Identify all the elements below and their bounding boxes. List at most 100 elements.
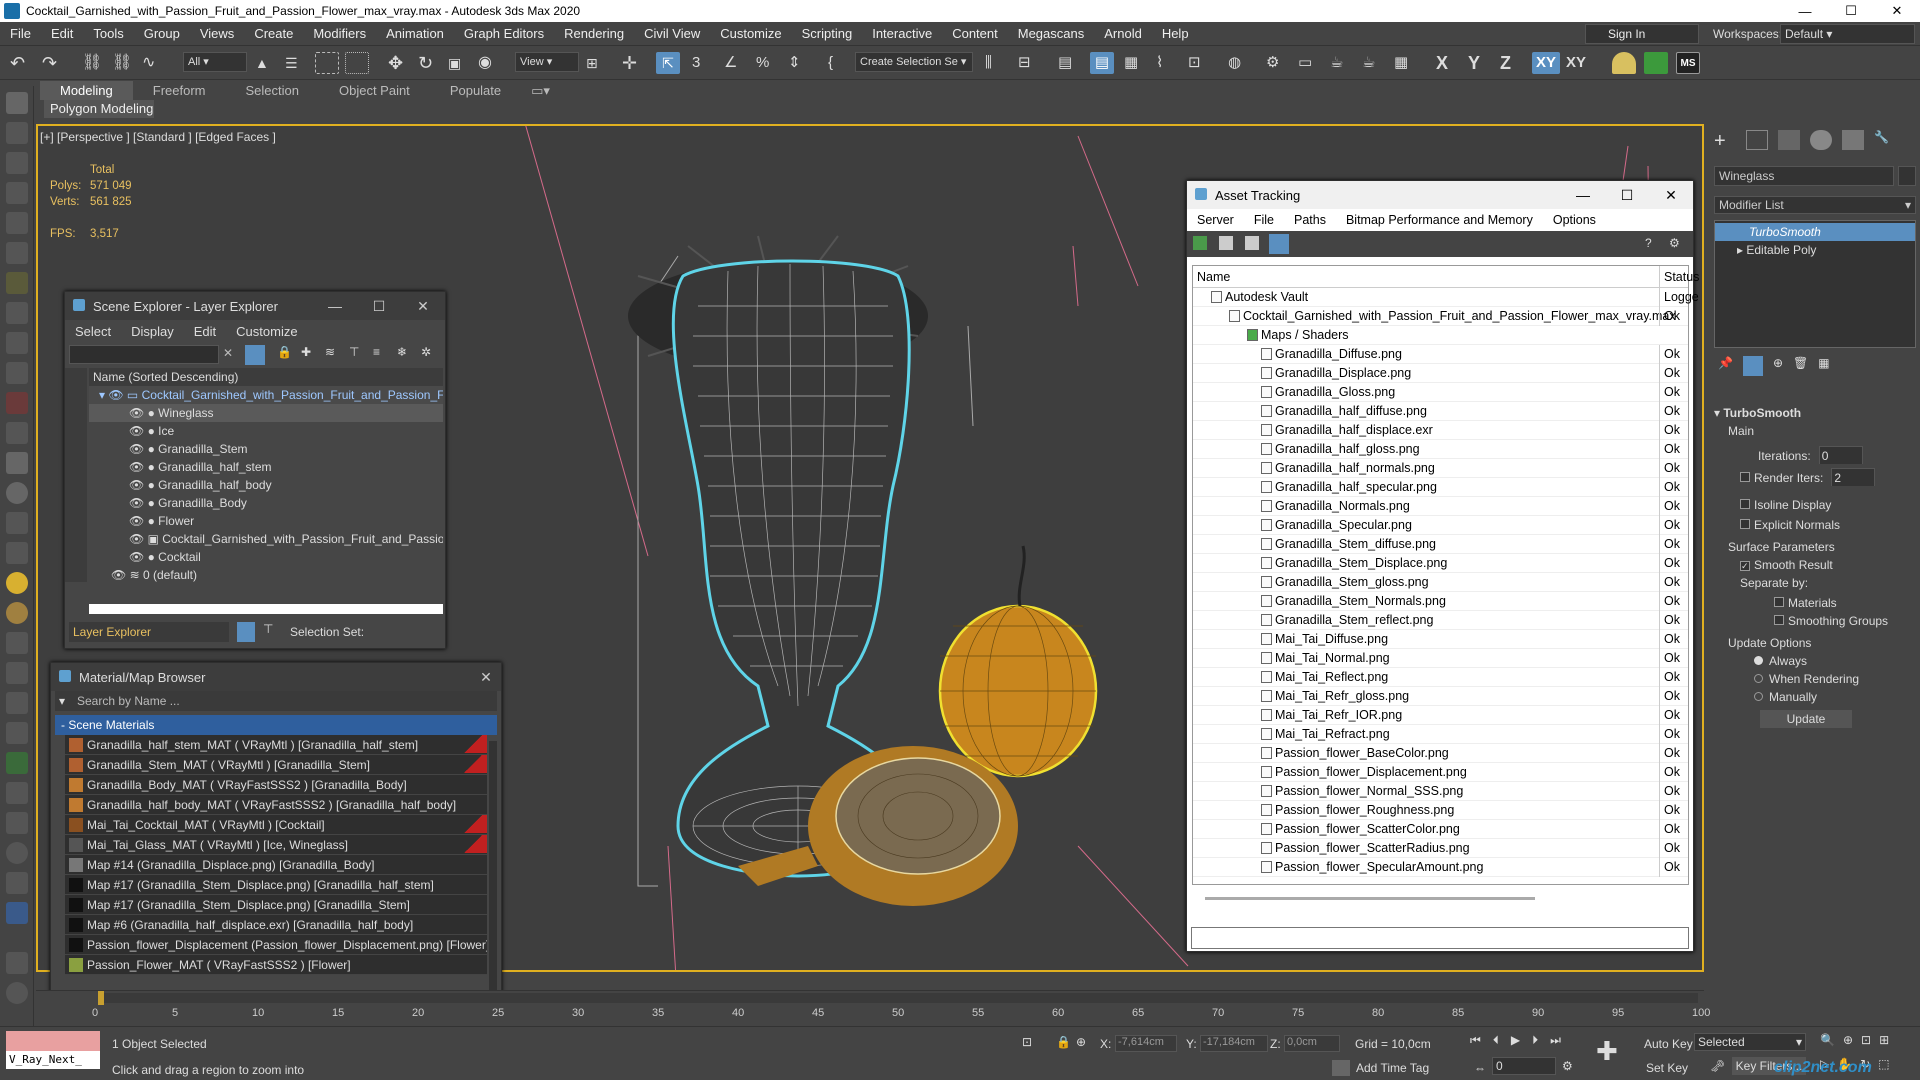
search-collapse-icon[interactable]: ▾ [59, 691, 65, 711]
asset-row[interactable]: Granadilla_Stem_reflect.png Ok [1193, 611, 1688, 630]
menu-views[interactable]: Views [190, 26, 244, 41]
modify-tab-icon[interactable] [1746, 130, 1768, 150]
table-view-icon[interactable] [1245, 236, 1259, 250]
named-selection-dropdown[interactable]: Create Selection Se ▾ [855, 52, 973, 72]
se-item-granadilla-half-body[interactable]: 👁 ● Granadilla_half_body [89, 476, 443, 494]
time-slider-handle[interactable] [98, 991, 104, 1005]
update-button[interactable]: Update [1760, 710, 1852, 728]
asset-row[interactable]: Mai_Tai_Diffuse.png Ok [1193, 630, 1688, 649]
asset-row[interactable]: Granadilla_Stem_Displace.png Ok [1193, 554, 1688, 573]
hierarchy-tab-icon[interactable] [1778, 130, 1800, 150]
maxscript-mini-listener[interactable]: V_Ray_Next_ [6, 1051, 100, 1069]
time-configuration-icon[interactable]: ⚙ [1562, 1059, 1573, 1073]
asset-row[interactable]: Granadilla_Specular.png Ok [1193, 516, 1688, 535]
workspace-dropdown[interactable]: Default ▾ [1780, 24, 1915, 44]
smooth-result-checkbox[interactable]: ✓ [1740, 561, 1750, 571]
lock-icon[interactable]: 🔒 [277, 345, 292, 359]
asset-row[interactable]: Passion_flower_BaseColor.png Ok [1193, 744, 1688, 763]
time-slider-track[interactable] [98, 993, 1698, 1003]
toggle-scene-explorer-icon[interactable]: ▤ [1058, 52, 1082, 74]
always-row[interactable]: Always [1714, 652, 1916, 670]
toggle-layer-explorer-icon[interactable]: ▤ [1090, 52, 1114, 74]
plane-icon[interactable] [6, 422, 28, 444]
material-item[interactable]: Granadilla_Stem_MAT ( VRayMtl ) [Granadi… [65, 755, 487, 775]
align-icon[interactable]: ⊟ [1018, 52, 1042, 74]
asset-row[interactable]: Autodesk Vault Logge [1193, 288, 1699, 307]
tab-selection[interactable]: Selection [226, 81, 319, 100]
menu-rendering[interactable]: Rendering [554, 26, 634, 41]
zoom-icon[interactable]: 🔍 [1820, 1033, 1835, 1047]
move-icon[interactable]: ✥ [388, 52, 412, 74]
refresh-icon[interactable] [1193, 236, 1207, 250]
megascans-icon[interactable]: MS [1676, 52, 1700, 74]
scale-icon[interactable]: ▣ [448, 52, 472, 74]
asset-row[interactable]: Granadilla_Normals.png Ok [1193, 497, 1688, 516]
menu-megascans[interactable]: Megascans [1008, 26, 1094, 41]
pivot-center-icon[interactable]: ⊞ [586, 52, 610, 74]
smooth-result-row[interactable]: ✓ Smooth Result [1714, 556, 1916, 574]
ribbon-toggle-icon[interactable]: ▦ [1124, 52, 1148, 74]
rotate-icon[interactable]: ↻ [418, 52, 442, 74]
material-item[interactable]: Map #17 (Granadilla_Stem_Displace.png) [… [65, 875, 487, 895]
se-column-header[interactable]: Name (Sorted Descending) [89, 368, 443, 386]
material-item[interactable]: Granadilla_half_stem_MAT ( VRayMtl ) [Gr… [65, 735, 487, 755]
hierarchy-icon[interactable]: ⊤ [349, 345, 359, 359]
asset-row[interactable]: Granadilla_half_specular.png Ok [1193, 478, 1688, 497]
always-radio[interactable] [1754, 656, 1763, 665]
se-item-granadilla-half-stem[interactable]: 👁 ● Granadilla_half_stem [89, 458, 443, 476]
viewport-label[interactable]: [+] [Perspective ] [Standard ] [Edged Fa… [40, 130, 276, 144]
auto-key-button[interactable]: Auto Key [1644, 1037, 1693, 1051]
asset-row[interactable]: Granadilla_Stem_Normals.png Ok [1193, 592, 1688, 611]
asset-close[interactable]: ✕ [1649, 181, 1693, 209]
materials-row[interactable]: Materials [1714, 594, 1916, 612]
schematic-view-icon[interactable]: ⊡ [1188, 52, 1212, 74]
asset-row[interactable]: Mai_Tai_Refr_IOR.png Ok [1193, 706, 1688, 725]
material-item[interactable]: Mai_Tai_Glass_MAT ( VRayMtl ) [Ice, Wine… [65, 835, 487, 855]
select-manipulate-icon[interactable]: ✛ [622, 52, 646, 74]
scene-explorer-maximize[interactable]: ☐ [357, 292, 401, 320]
menu-edit[interactable]: Edit [41, 26, 83, 41]
zoom-extents-all-icon[interactable]: ⊞ [1879, 1033, 1889, 1047]
render-production-icon[interactable]: ☕ [1330, 52, 1354, 74]
asset-row[interactable]: Passion_flower_SpecularAmount.png Ok [1193, 858, 1688, 877]
unlink-icon[interactable]: ⛓ [112, 52, 136, 74]
se-item-ice[interactable]: 👁 ● Ice [89, 422, 443, 440]
menu-graph-editors[interactable]: Graph Editors [454, 26, 554, 41]
bind-space-warp-icon[interactable]: ∿ [142, 52, 166, 74]
modifier-list-dropdown[interactable]: Modifier List ▾ [1714, 196, 1916, 214]
material-item[interactable]: Granadilla_half_body_MAT ( VRayFastSSS2 … [65, 795, 487, 815]
render-setup-icon[interactable]: ⚙ [1266, 52, 1290, 74]
set-key-button[interactable]: Set Key [1646, 1061, 1688, 1075]
se-item-cocktail-group[interactable]: 👁 ▣ Cocktail_Garnished_with_Passion_Frui… [89, 530, 443, 548]
at-menu-bitmap-performance[interactable]: Bitmap Performance and Memory [1336, 213, 1543, 227]
asset-row[interactable]: Cocktail_Garnished_with_Passion_Fruit_an… [1193, 307, 1688, 326]
timeline[interactable]: 0 5 10 15 20 25 30 35 40 45 50 55 60 65 70 75 80 85 90 95 10… [36, 990, 1710, 1026]
time-tag-icon[interactable] [1332, 1060, 1350, 1076]
spacewarp-icon[interactable] [6, 362, 28, 384]
pin-stack-icon[interactable]: 📌 [1718, 356, 1733, 380]
table-icon[interactable] [6, 242, 28, 264]
helmet-icon[interactable] [1612, 52, 1636, 74]
help-icon[interactable]: ? [1645, 236, 1652, 250]
asset-row[interactable]: Granadilla_Stem_diffuse.png Ok [1193, 535, 1688, 554]
at-menu-paths[interactable]: Paths [1284, 213, 1336, 227]
col-name-header[interactable]: Name [1197, 270, 1230, 284]
scene-explorer-close[interactable]: ✕ [401, 292, 445, 320]
stack-icon[interactable]: ≡ [373, 345, 380, 359]
list-icon[interactable] [6, 182, 28, 204]
create-icon[interactable] [6, 122, 28, 144]
selection-lock-icon[interactable]: 🔒 [1056, 1035, 1071, 1049]
se-item-wineglass[interactable]: 👁 ● Wineglass [89, 404, 443, 422]
se-menu-edit[interactable]: Edit [184, 324, 226, 339]
asset-row[interactable]: Granadilla_Stem_gloss.png Ok [1193, 573, 1688, 592]
asset-row[interactable]: Passion_flower_ScatterRadius.png Ok [1193, 839, 1688, 858]
axis-xy-cycle-button[interactable]: XY [1566, 52, 1590, 74]
new-layer-icon[interactable]: ✚ [301, 345, 311, 359]
manage-icon[interactable] [6, 952, 28, 974]
smoothing-groups-checkbox[interactable] [1774, 615, 1784, 625]
redo-icon[interactable]: ↷ [42, 52, 66, 74]
fur-icon[interactable] [6, 782, 28, 804]
iterations-spinner[interactable]: 0 [1818, 446, 1863, 464]
y-coordinate-field[interactable]: -17,184cm [1200, 1035, 1268, 1052]
manually-row[interactable]: Manually [1714, 688, 1916, 706]
